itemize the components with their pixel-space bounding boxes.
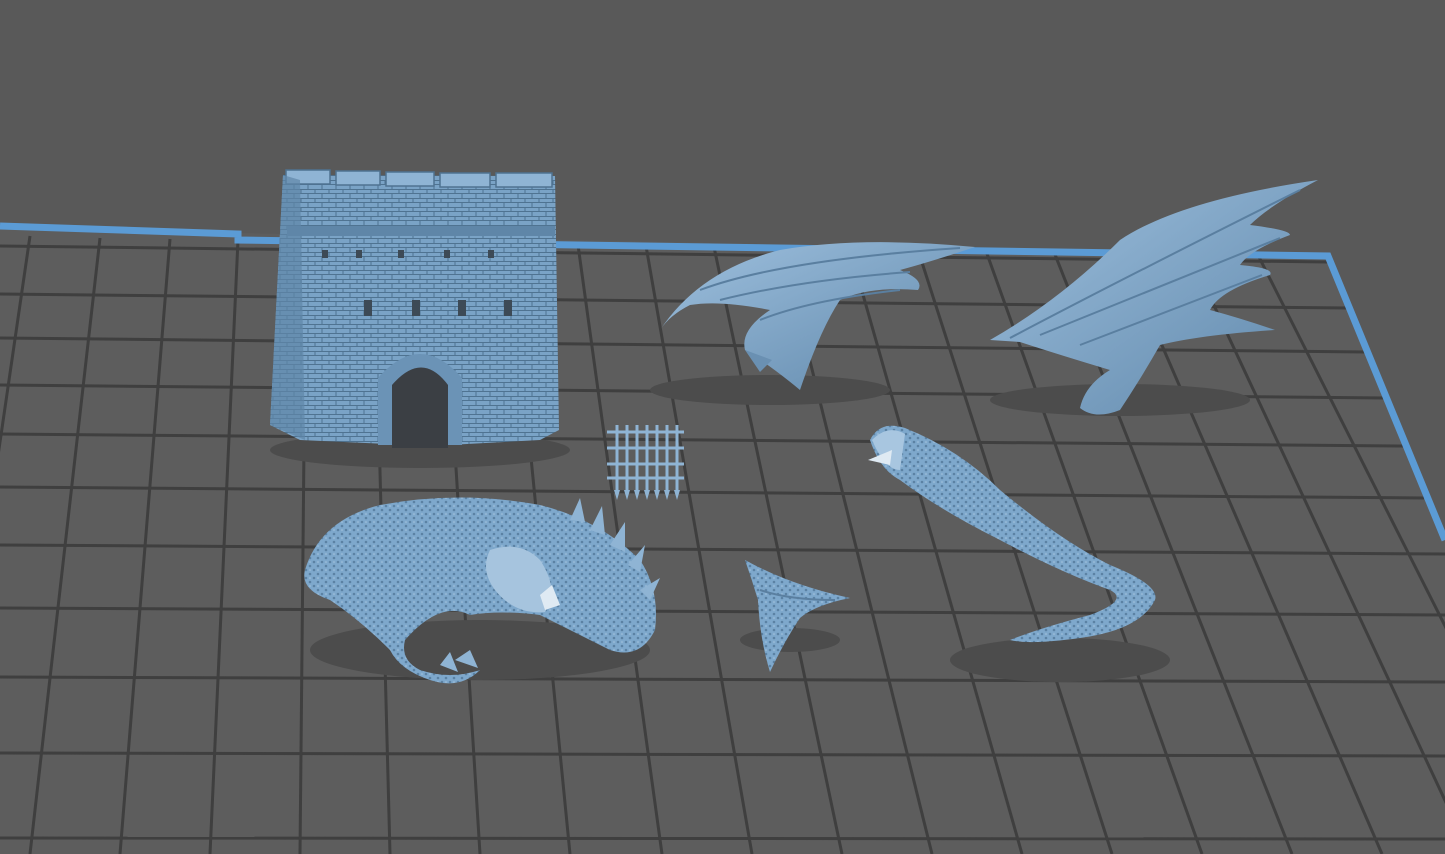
3d-viewport[interactable] xyxy=(0,0,1445,854)
castle-gatehouse[interactable] xyxy=(270,169,570,468)
viewport-canvas[interactable] xyxy=(0,0,1445,854)
